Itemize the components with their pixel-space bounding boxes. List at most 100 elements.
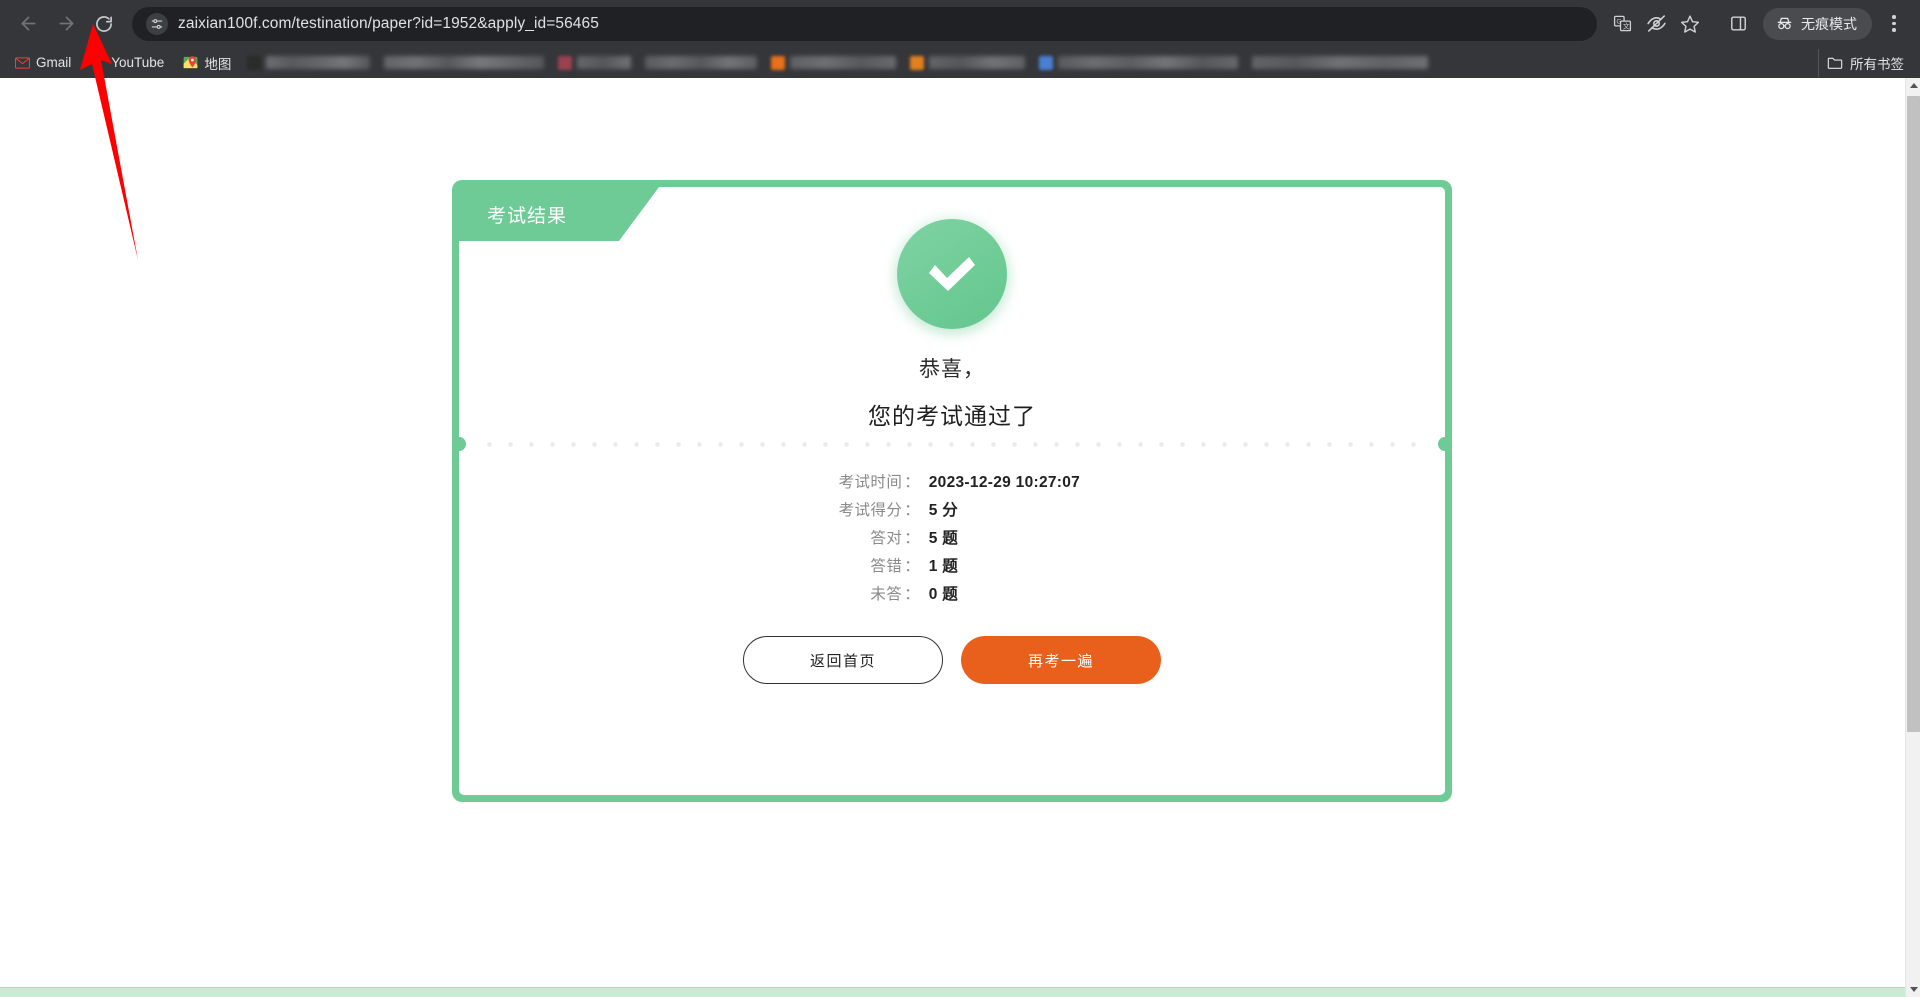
- bookmark-label: Gmail: [36, 55, 72, 70]
- exam-result-card-body: 考试结果 恭喜， 您的考试通过了 考试时间 ： 2023-12-29 10:27…: [452, 187, 1452, 795]
- bookmark-item-redacted[interactable]: [241, 53, 376, 73]
- stat-row: 答对 ： 5 题: [459, 526, 1445, 554]
- maps-icon: [182, 55, 198, 71]
- maps-glyph: [183, 56, 198, 69]
- bookmark-item-redacted[interactable]: [1033, 53, 1244, 73]
- stat-row: 考试得分 ： 5 分: [459, 498, 1445, 526]
- favicon-redacted: [910, 55, 925, 70]
- exam-stats-list: 考试时间 ： 2023-12-29 10:27:07 考试得分 ： 5 分 答对…: [459, 470, 1445, 610]
- reload-button[interactable]: [86, 6, 122, 42]
- svg-text:文: 文: [1622, 22, 1629, 31]
- page-bottom-bar: [0, 987, 1905, 997]
- browser-chrome: zaixian100f.com/testination/paper?id=195…: [0, 0, 1920, 78]
- scrollbar-thumb[interactable]: [1907, 96, 1920, 732]
- all-bookmarks-label: 所有书签: [1850, 56, 1904, 72]
- tune-icon: [151, 18, 163, 29]
- star-icon[interactable]: [1675, 9, 1705, 39]
- bookmark-label-redacted: [266, 56, 371, 69]
- eye-off-icon[interactable]: [1641, 9, 1671, 39]
- stat-label: 未答: [870, 586, 903, 603]
- side-panel-icon[interactable]: [1721, 7, 1755, 41]
- browser-menu-button[interactable]: [1878, 6, 1910, 42]
- retake-exam-button[interactable]: 再考一遍: [961, 636, 1161, 684]
- card-tab-header: 考试结果: [459, 187, 619, 241]
- stat-colon: ：: [904, 474, 920, 491]
- stat-value: 0 题: [928, 586, 959, 603]
- success-status-icon: [883, 205, 1021, 343]
- scrollbar-down-arrow[interactable]: [1906, 982, 1920, 997]
- address-bar-url: zaixian100f.com/testination/paper?id=195…: [178, 14, 599, 32]
- incognito-icon: [1777, 17, 1792, 30]
- divider-dots: [479, 442, 1425, 447]
- bookmark-item-redacted[interactable]: [1246, 53, 1434, 72]
- incognito-mode-label: 无痕模式: [1801, 15, 1857, 32]
- favicon-redacted: [1039, 55, 1054, 70]
- bookmark-item-redacted[interactable]: [765, 53, 902, 73]
- reload-icon: [96, 15, 112, 32]
- star-glyph: [1680, 14, 1700, 33]
- scrollbar-up-arrow[interactable]: [1906, 78, 1920, 93]
- youtube-icon: [89, 55, 105, 71]
- bookmark-item-redacted[interactable]: [378, 53, 550, 72]
- chevron-down-icon: [1909, 987, 1918, 992]
- bookmark-label: 地图: [204, 56, 232, 72]
- chevron-up-icon: [1909, 83, 1918, 88]
- stat-value: 5 题: [928, 530, 959, 547]
- bookmark-label-redacted: [1252, 56, 1429, 69]
- congrats-heading-line1: 恭喜，: [919, 358, 985, 381]
- bookmark-label-redacted: [1058, 56, 1239, 69]
- translate-icon[interactable]: G 文: [1607, 9, 1637, 39]
- stat-value: 1 题: [928, 558, 959, 575]
- back-button[interactable]: [10, 6, 46, 42]
- ticket-divider: [452, 437, 1452, 451]
- bookmark-item-maps[interactable]: 地图: [174, 49, 239, 77]
- bookmark-item-redacted[interactable]: [639, 53, 763, 72]
- arrow-right-icon: [59, 16, 73, 31]
- favicon-redacted: [558, 55, 573, 70]
- return-home-button[interactable]: 返回首页: [743, 636, 943, 684]
- stat-colon: ：: [904, 586, 920, 603]
- page-scrollbar[interactable]: [1905, 78, 1920, 997]
- bookmark-label-redacted: [645, 56, 758, 69]
- eye-off-glyph: [1646, 15, 1666, 32]
- incognito-mode-badge[interactable]: 无痕模式: [1763, 7, 1872, 40]
- stat-row: 答错 ： 1 题: [459, 554, 1445, 582]
- check-icon: [929, 257, 975, 291]
- bookmark-label-redacted: [790, 56, 897, 69]
- bookmark-item-redacted[interactable]: [904, 53, 1031, 73]
- stat-value: 5 分: [928, 502, 959, 519]
- stat-colon: ：: [904, 502, 920, 519]
- favicon-redacted: [247, 55, 262, 70]
- site-settings-icon[interactable]: [146, 12, 168, 35]
- bookmark-item-youtube[interactable]: YouTube: [81, 51, 172, 75]
- bookmark-item-redacted[interactable]: [552, 53, 637, 73]
- bookmark-label-redacted: [577, 56, 632, 69]
- congrats-heading-line2: 您的考试通过了: [868, 403, 1036, 429]
- stat-colon: ：: [904, 558, 920, 575]
- browser-toolbar: zaixian100f.com/testination/paper?id=195…: [0, 0, 1920, 47]
- arrow-left-icon: [21, 16, 35, 31]
- divider-notch-right: [1438, 437, 1452, 451]
- card-tab-title: 考试结果: [487, 205, 568, 227]
- bookmark-label-redacted: [384, 56, 545, 69]
- bookmark-label: YouTube: [111, 55, 165, 70]
- forward-button[interactable]: [48, 6, 84, 42]
- gmail-glyph: [14, 56, 30, 69]
- gmail-icon: [14, 55, 30, 71]
- stat-colon: ：: [904, 530, 920, 547]
- all-bookmarks-button[interactable]: 所有书签: [1818, 48, 1912, 77]
- stat-label: 考试得分: [838, 502, 903, 519]
- bookmark-label-redacted: [929, 56, 1026, 69]
- stat-value: 2023-12-29 10:27:07: [928, 474, 1081, 491]
- stat-label: 答对: [870, 530, 903, 547]
- stat-row: 考试时间 ： 2023-12-29 10:27:07: [459, 470, 1445, 498]
- exam-result-card: 考试结果 恭喜， 您的考试通过了 考试时间 ： 2023-12-29 10:27…: [452, 180, 1452, 802]
- address-bar[interactable]: zaixian100f.com/testination/paper?id=195…: [132, 6, 1597, 41]
- menu-dot: [1892, 28, 1896, 32]
- menu-dot: [1892, 21, 1896, 26]
- stat-row: 未答 ： 0 题: [459, 582, 1445, 610]
- card-actions: 返回首页 再考一遍: [459, 636, 1445, 684]
- translate-glyph: G 文: [1613, 15, 1631, 32]
- bookmark-item-gmail[interactable]: Gmail: [6, 51, 79, 75]
- divider-notch-left: [452, 437, 466, 451]
